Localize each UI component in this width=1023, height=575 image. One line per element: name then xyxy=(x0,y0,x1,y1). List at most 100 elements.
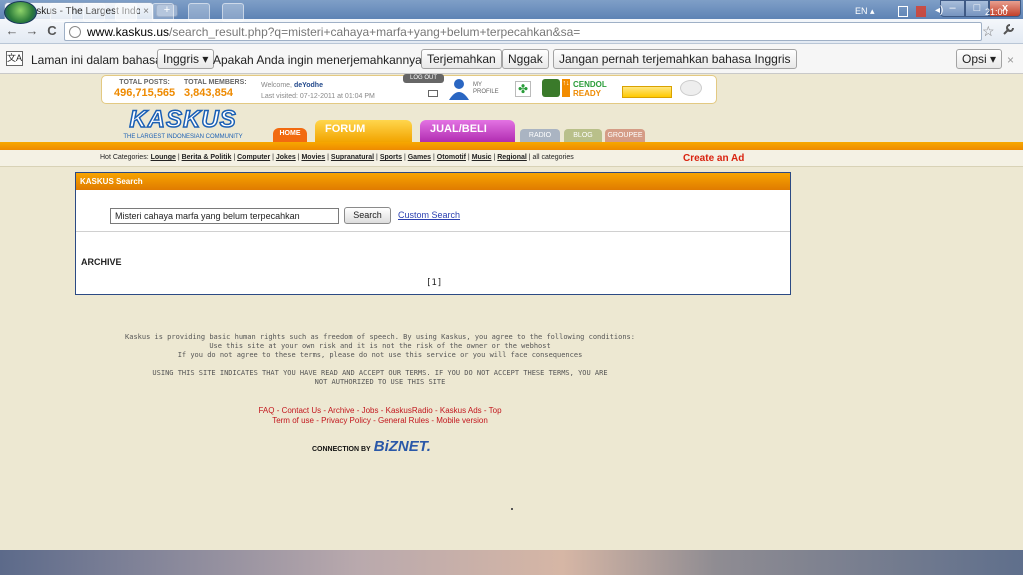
total-members: TOTAL MEMBERS: 3,843,854 xyxy=(184,79,247,99)
url-path: /search_result.php?q=misteri+cahaya+marf… xyxy=(169,24,581,39)
category-link-movies[interactable]: Movies xyxy=(301,154,325,161)
infobar-close-icon[interactable]: × xyxy=(1007,53,1014,67)
search-input[interactable]: Misteri cahaya marfa yang belum terpecah… xyxy=(110,208,339,224)
speech-bubble-icon[interactable] xyxy=(680,80,702,96)
last-visited: Last visited: 07-12-2011 at 01:04 PM xyxy=(261,93,375,100)
custom-search-link[interactable]: Custom Search xyxy=(398,210,460,220)
clover-icon[interactable]: ✤ xyxy=(515,81,531,97)
profile-person-icon xyxy=(449,79,469,100)
system-tray[interactable]: EN ▴ xyxy=(855,6,875,17)
translate-button[interactable]: Terjemahkan xyxy=(421,49,502,69)
flag-icon[interactable] xyxy=(916,6,926,17)
explorer-taskbar-icon[interactable] xyxy=(50,3,72,22)
window-minimize-button[interactable]: – xyxy=(940,0,965,17)
nope-button[interactable]: Nggak xyxy=(502,49,549,69)
nav-tab-groupee[interactable]: GROUPEE xyxy=(605,129,645,142)
start-button-icon[interactable] xyxy=(4,1,37,24)
cendol-icon xyxy=(542,79,560,97)
biznet-logo[interactable]: CONNECTION BY BiZNET. xyxy=(312,438,431,455)
cendol-status[interactable]: ↑↓ CENDOL READY xyxy=(542,79,617,101)
options-button[interactable]: Opsi ▾ xyxy=(956,49,1003,69)
footer-links-row-1[interactable]: FAQ - Contact Us - Archive - Jobs - Kask… xyxy=(60,406,700,416)
ready-label: READY xyxy=(573,89,602,98)
welcome-prefix: Welcome, xyxy=(261,82,294,89)
page-link[interactable]: [1] xyxy=(426,278,442,288)
reload-icon[interactable]: C xyxy=(44,23,60,39)
stray-dot xyxy=(511,508,513,510)
windows-taskbar xyxy=(0,550,1023,575)
media-taskbar-icon[interactable] xyxy=(188,3,210,22)
logo-wordmark: KASKUS xyxy=(129,106,237,134)
chrome-taskbar-icon[interactable] xyxy=(115,3,137,22)
footer-line-3: If you do not agree to these terms, plea… xyxy=(177,351,583,359)
footer-line-5: NOT AUTHORIZED TO USE THIS SITE xyxy=(314,378,446,386)
category-link-berita[interactable]: Berita & Politik xyxy=(182,154,232,161)
cendol-arrows-icon: ↑↓ xyxy=(562,79,570,97)
category-link-computer[interactable]: Computer xyxy=(237,154,270,161)
archive-heading: ARCHIVE xyxy=(81,257,122,267)
my-profile-button[interactable]: MY PROFILE xyxy=(447,78,517,101)
nav-tab-home[interactable]: HOME xyxy=(273,128,307,142)
translate-prefix: Laman ini dalam bahasa xyxy=(31,53,162,67)
category-link-regional[interactable]: Regional xyxy=(497,154,527,161)
total-posts-value: 496,715,565 xyxy=(114,87,176,99)
search-panel-title: KASKUS Search xyxy=(76,173,790,190)
wrench-menu-icon[interactable] xyxy=(1002,23,1015,39)
category-link-otomotif[interactable]: Otomotif xyxy=(437,154,466,161)
volume-icon[interactable]: ◂) xyxy=(935,5,943,16)
tab-close-icon[interactable]: × xyxy=(143,6,149,17)
globe-icon xyxy=(69,25,81,38)
footer-links-row-2[interactable]: Term of use - Privacy Policy - General R… xyxy=(60,416,700,426)
bookmark-star-icon[interactable]: ☆ xyxy=(982,23,995,40)
back-arrow-icon[interactable]: ← xyxy=(4,23,20,39)
window-taskbar-icon[interactable] xyxy=(222,3,244,22)
site-stats-box: TOTAL POSTS: 496,715,565 TOTAL MEMBERS: … xyxy=(101,74,717,104)
search-button[interactable]: Search xyxy=(344,207,391,224)
network-icon[interactable] xyxy=(898,6,908,17)
total-members-value: 3,843,854 xyxy=(184,87,233,99)
total-posts-label: TOTAL POSTS: xyxy=(119,79,170,86)
forward-arrow-icon[interactable]: → xyxy=(24,23,40,39)
footer-line-2: Use this site at your own risk and it is… xyxy=(209,342,551,350)
category-link-games[interactable]: Games xyxy=(408,154,431,161)
firefox-taskbar-icon[interactable] xyxy=(152,3,174,22)
category-link-jokes[interactable]: Jokes xyxy=(276,154,296,161)
never-translate-button[interactable]: Jangan pernah terjemahkan bahasa Inggris xyxy=(553,49,797,69)
translate-icon: 文A xyxy=(6,51,23,66)
language-select[interactable]: Inggris ▾ xyxy=(157,49,215,69)
category-link-music[interactable]: Music xyxy=(472,154,492,161)
url-host: www.kaskus.us xyxy=(87,24,170,39)
browser-toolbar: ← → C www.kaskus.us/search_result.php?q=… xyxy=(0,19,1023,44)
category-link-lounge[interactable]: Lounge xyxy=(151,154,176,161)
my-profile-label: MY PROFILE xyxy=(473,82,499,95)
translate-question: Apakah Anda ingin menerjemahkannya? xyxy=(213,53,429,67)
hot-categories-label: Hot Categories: xyxy=(100,154,149,161)
envelope-icon[interactable] xyxy=(428,90,438,97)
total-posts: TOTAL POSTS: 496,715,565 xyxy=(114,79,175,99)
nav-tab-jual-beli[interactable]: JUAL/BELI xyxy=(420,120,515,142)
panel-divider xyxy=(76,231,790,232)
hot-categories-bar: Hot Categories: Lounge | Berita & Politi… xyxy=(0,150,1023,167)
footer-links: FAQ - Contact Us - Archive - Jobs - Kask… xyxy=(60,406,700,426)
category-link-supranatural[interactable]: Supranatural xyxy=(331,154,374,161)
translate-infobar: 文A Laman ini dalam bahasa Inggris ▾ Apak… xyxy=(0,44,1023,74)
create-ad-link[interactable]: Create an Ad xyxy=(683,153,744,164)
search-panel: KASKUS Search Misteri cahaya marfa yang … xyxy=(75,172,791,295)
taskbar-clock[interactable]: 21:00 xyxy=(985,7,1008,17)
header-orange-bar xyxy=(0,142,1023,150)
all-categories-link[interactable]: all categories xyxy=(533,154,574,161)
total-members-label: TOTAL MEMBERS: xyxy=(184,79,247,86)
address-bar[interactable]: www.kaskus.us/search_result.php?q=mister… xyxy=(64,22,982,41)
footer-line-4: USING THIS SITE INDICATES THAT YOU HAVE … xyxy=(152,369,608,377)
footer-line-1: Kaskus is providing basic human rights s… xyxy=(125,333,635,341)
nav-tab-blog[interactable]: BLOG xyxy=(564,129,602,142)
cendol-label: CENDOL xyxy=(573,80,607,89)
reputation-bar xyxy=(622,86,672,98)
nav-tab-forum[interactable]: FORUM xyxy=(315,120,412,142)
kaskus-logo[interactable]: KASKUS THE LARGEST INDONESIAN COMMUNITY xyxy=(120,106,246,143)
username-link[interactable]: deYodhe xyxy=(294,82,323,89)
nav-tab-radio[interactable]: RADIO xyxy=(520,129,560,142)
logout-button[interactable]: LOG OUT xyxy=(403,74,444,83)
app-taskbar-icon[interactable] xyxy=(83,3,105,22)
category-link-sports[interactable]: Sports xyxy=(380,154,402,161)
